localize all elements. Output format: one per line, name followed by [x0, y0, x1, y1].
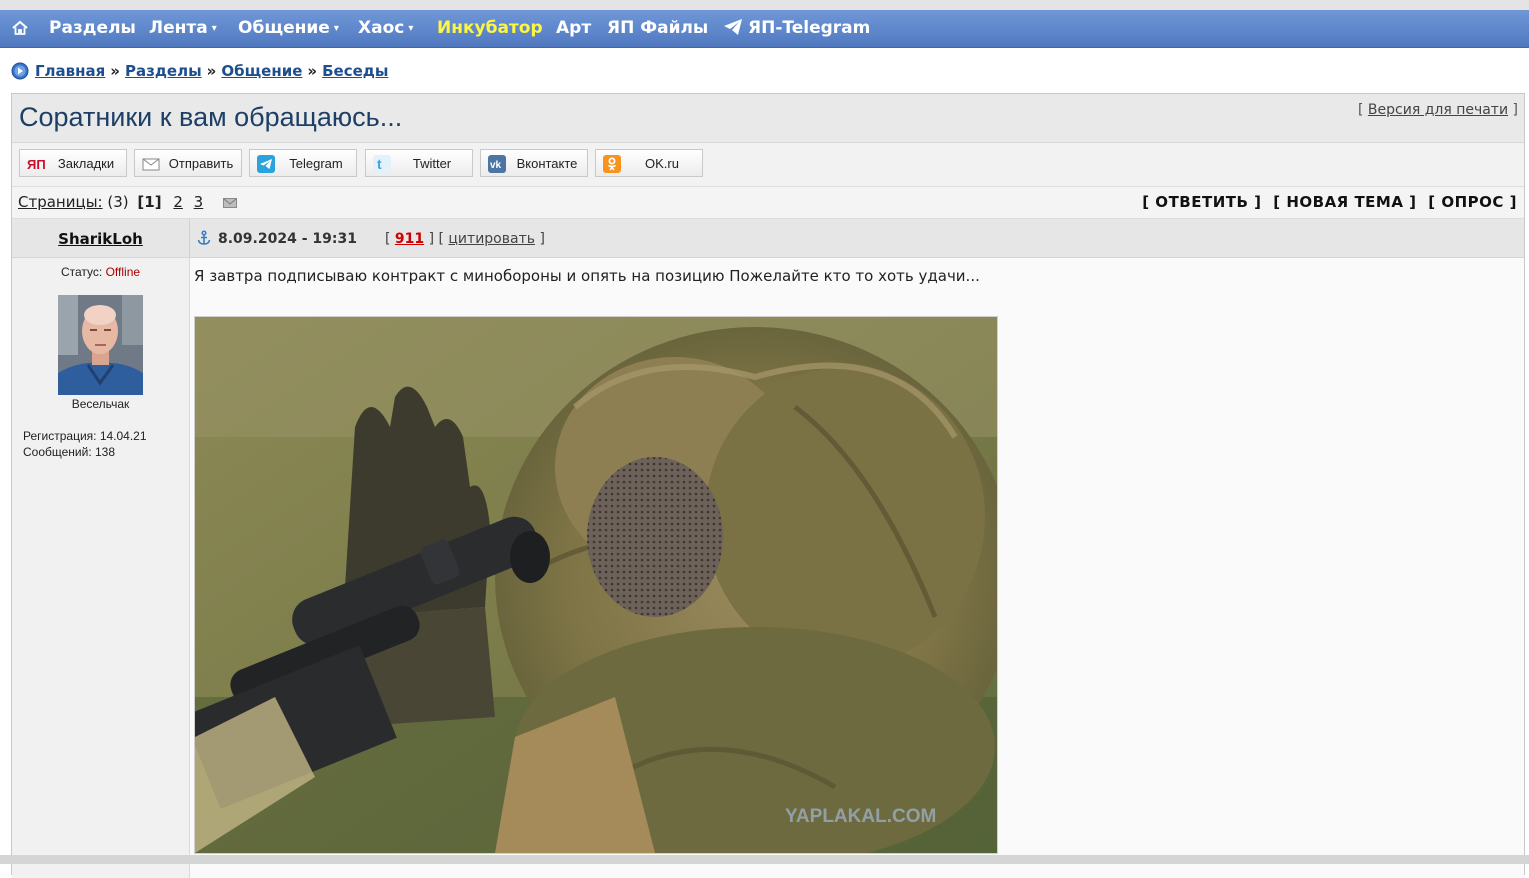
- avatar[interactable]: [58, 295, 143, 395]
- author-stats: Регистрация: 14.04.21 Сообщений: 138: [23, 428, 147, 460]
- next-post-strip: [0, 855, 1529, 864]
- page-title: Соратники к вам обращаюсь...: [19, 102, 403, 132]
- nav-lenta[interactable]: Лента ▾: [149, 10, 217, 47]
- print-version: [ Версия для печати ]: [1358, 102, 1518, 118]
- browser-top-strip: [0, 0, 1529, 10]
- breadcrumb-home[interactable]: Главная: [35, 62, 105, 80]
- post-body: Я завтра подписываю контракт с миноборон…: [190, 258, 1524, 878]
- post-image[interactable]: YAPLAKAL.COM: [194, 316, 998, 854]
- share-vk-button[interactable]: vk Вконтакте: [480, 149, 588, 177]
- telegram-icon: [724, 19, 742, 35]
- pages-label[interactable]: Страницы:: [18, 193, 103, 211]
- nav-yap-telegram[interactable]: ЯП-Telegram: [723, 10, 870, 47]
- post-header: SharikLoh 8.09.2024 - 19:31[ 911 ] [ цит…: [12, 219, 1524, 258]
- nav-art[interactable]: Арт: [556, 10, 591, 47]
- breadcrumb-razdely[interactable]: Разделы: [125, 62, 202, 80]
- page-link-2[interactable]: 2: [173, 193, 183, 211]
- divider: [189, 219, 190, 257]
- author-rank: Весельчак: [71, 397, 130, 411]
- post-meta: 8.09.2024 - 19:31[ 911 ] [ цитировать ]: [196, 219, 545, 257]
- topic-actions: [ ОТВЕТИТЬ ] [ НОВАЯ ТЕМА ] [ ОПРОС ]: [1136, 193, 1517, 211]
- nav-haos[interactable]: Хаос ▾: [358, 10, 413, 47]
- post-text: Я завтра подписываю контракт с миноборон…: [194, 267, 980, 285]
- subscribe-envelope-icon[interactable]: [223, 197, 237, 209]
- share-twitter-button[interactable]: t Twitter: [365, 149, 473, 177]
- share-bookmarks-button[interactable]: ЯП Закладки: [19, 149, 127, 177]
- current-page: [1]: [137, 193, 162, 211]
- nav-inkubator[interactable]: Инкубатор: [437, 10, 543, 47]
- share-telegram-button[interactable]: Telegram: [249, 149, 357, 177]
- status-badge: Offline: [105, 265, 141, 279]
- pagination-bar: Страницы: (3) [1] 2 3 [ ОТВЕТИТЬ ] [ НОВ…: [12, 187, 1524, 219]
- circle-arrow-icon: [11, 62, 29, 80]
- nav-yap-files[interactable]: ЯП Файлы: [607, 10, 708, 47]
- breadcrumb-obshchenie[interactable]: Общение: [221, 62, 302, 80]
- post-date: 8.09.2024 - 19:31: [218, 231, 357, 247]
- breadcrumb: Главная» Разделы» Общение» Беседы: [11, 60, 388, 82]
- sniper-photo: YAPLAKAL.COM: [195, 317, 997, 853]
- anchor-icon[interactable]: [196, 230, 212, 246]
- quote-link[interactable]: цитировать: [448, 231, 535, 247]
- chevron-down-icon: ▾: [211, 23, 217, 34]
- pages-count: (3): [107, 193, 129, 211]
- new-topic-button[interactable]: [ НОВАЯ ТЕМА ]: [1273, 193, 1416, 211]
- poll-button[interactable]: [ ОПРОС ]: [1428, 193, 1517, 211]
- main-nav: Разделы Лента ▾ Общение ▾ Хаос ▾ Инкубатор …: [0, 10, 1529, 48]
- breadcrumb-besedy[interactable]: Беседы: [322, 62, 388, 80]
- author-status: Статус: Offline: [60, 265, 141, 279]
- author-link[interactable]: SharikLoh: [58, 230, 143, 248]
- share-bar: ЯП Закладки Отправить Telegram t Twitter: [12, 143, 1524, 187]
- post-number-link[interactable]: 911: [395, 231, 424, 247]
- print-version-link[interactable]: Версия для печати: [1368, 102, 1508, 118]
- share-ok-button[interactable]: OK.ru: [595, 149, 703, 177]
- message-count: Сообщений: 138: [23, 445, 116, 459]
- watermark: YAPLAKAL.COM: [785, 806, 936, 827]
- chevron-down-icon: ▾: [333, 23, 339, 34]
- nav-razdely[interactable]: Разделы: [49, 10, 136, 47]
- topic-container: Соратники к вам обращаюсь... [ Версия дл…: [11, 93, 1525, 878]
- pagination: Страницы: (3) [1] 2 3: [18, 193, 237, 211]
- chevron-down-icon: ▾: [408, 23, 414, 34]
- reply-button[interactable]: [ ОТВЕТИТЬ ]: [1142, 193, 1261, 211]
- home-icon[interactable]: [11, 19, 29, 37]
- registration-date: Регистрация: 14.04.21: [23, 429, 147, 443]
- post-author: SharikLoh: [12, 219, 189, 257]
- share-send-button[interactable]: Отправить: [134, 149, 242, 177]
- nav-obshchenie[interactable]: Общение ▾: [238, 10, 339, 47]
- page-link-3[interactable]: 3: [194, 193, 204, 211]
- topic-header: Соратники к вам обращаюсь... [ Версия дл…: [12, 94, 1524, 143]
- author-info: Статус: Offline Весельчак Регистрация: 1…: [12, 258, 190, 878]
- avatar-image: [58, 295, 143, 395]
